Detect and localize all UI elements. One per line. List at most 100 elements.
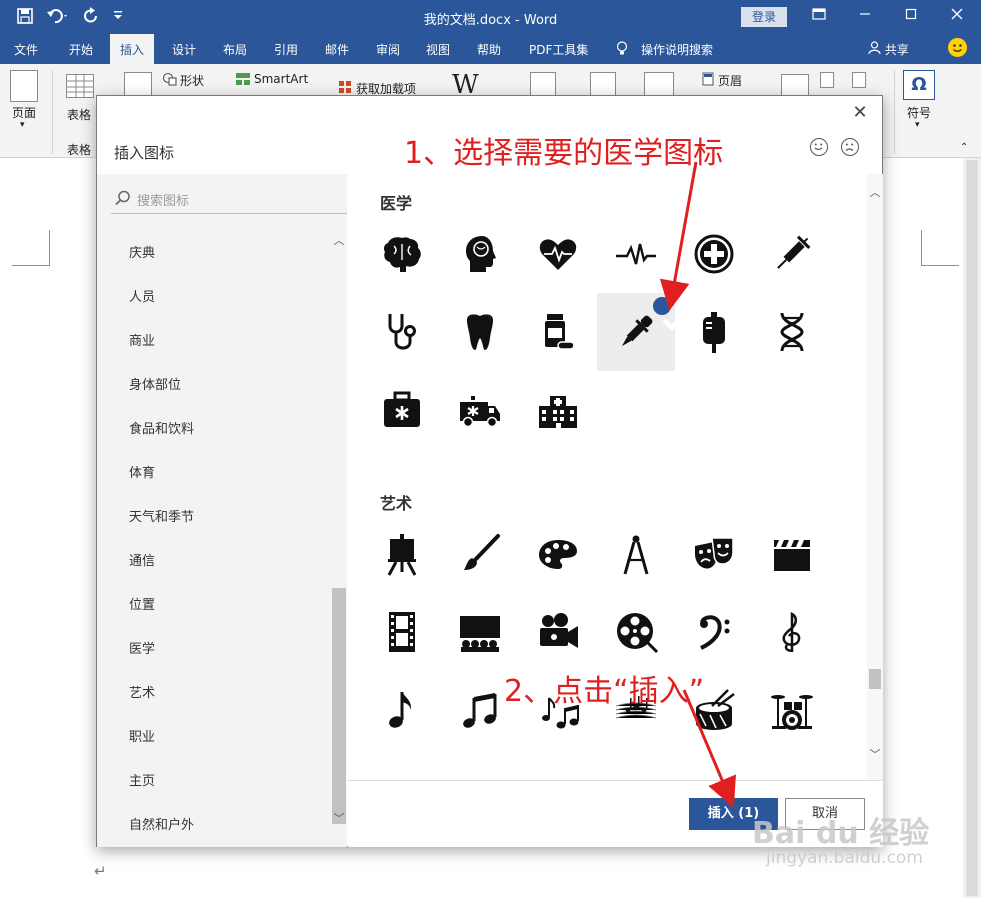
sad-feedback-icon[interactable] xyxy=(841,138,859,156)
happy-feedback-icon[interactable] xyxy=(810,138,828,156)
search-box[interactable]: 搜索图标 xyxy=(111,182,347,214)
table-button[interactable]: 表格 xyxy=(67,106,91,123)
category-home[interactable]: 主页 xyxy=(129,770,155,789)
category-celebration[interactable]: 庆典 xyxy=(129,242,155,261)
pulse-icon[interactable] xyxy=(597,215,675,293)
shapes-button[interactable]: 形状 xyxy=(180,72,204,89)
category-occupations[interactable]: 职业 xyxy=(129,726,155,745)
lightbulb-icon xyxy=(616,41,628,59)
tab-view[interactable]: 视图 xyxy=(426,41,450,58)
category-medical[interactable]: 医学 xyxy=(129,638,155,657)
easel-icon[interactable] xyxy=(363,515,441,593)
brain-icon[interactable] xyxy=(363,215,441,293)
quick-parts-icon[interactable] xyxy=(820,72,834,88)
tell-me-search[interactable]: 操作说明搜索 xyxy=(641,41,713,58)
comment-icon[interactable] xyxy=(644,72,674,96)
paintbrush-icon[interactable] xyxy=(441,515,519,593)
category-sports[interactable]: 体育 xyxy=(129,462,155,481)
smartart-button[interactable]: SmartArt xyxy=(254,72,308,86)
symbol-dropdown-icon[interactable]: ▾ xyxy=(915,120,920,130)
dropper-icon[interactable] xyxy=(597,293,688,371)
insert-icons-dialog: ✕ 插入图标 搜索图标 庆典 人员 商业 身体部位 食品和饮料 体育 天气和季节… xyxy=(96,95,883,847)
login-button[interactable]: 登录 xyxy=(741,7,787,27)
grid-scroll-up-icon[interactable]: ︿ xyxy=(868,186,882,200)
treble-clef-icon[interactable] xyxy=(753,593,831,671)
eighth-note-icon[interactable] xyxy=(363,671,441,749)
header-button[interactable]: 页眉 xyxy=(718,72,742,89)
category-scroll-thumb[interactable] xyxy=(332,588,346,824)
iv-bag-icon[interactable] xyxy=(675,293,753,371)
compass-icon[interactable] xyxy=(597,515,675,593)
close-dialog-icon[interactable]: ✕ xyxy=(849,102,871,123)
stethoscope-icon[interactable] xyxy=(363,293,441,371)
document-scroll-thumb[interactable] xyxy=(966,160,978,896)
category-body-parts[interactable]: 身体部位 xyxy=(129,374,181,393)
signature-line-icon[interactable] xyxy=(852,72,866,88)
syringe-icon[interactable] xyxy=(753,215,831,293)
tooth-icon[interactable] xyxy=(441,293,519,371)
symbol-button[interactable]: 符号 xyxy=(907,104,931,121)
header-icon[interactable] xyxy=(702,72,714,89)
table-icon xyxy=(66,74,94,98)
category-weather-seasons[interactable]: 天气和季节 xyxy=(129,506,194,525)
tab-layout[interactable]: 布局 xyxy=(223,41,247,58)
ambulance-icon[interactable] xyxy=(441,371,519,449)
watermark-logo: Bai du 经验 xyxy=(752,816,930,851)
theater-masks-icon[interactable] xyxy=(675,515,753,593)
grid-scroll-thumb[interactable] xyxy=(869,669,881,689)
film-strip-icon[interactable] xyxy=(363,593,441,671)
tab-file[interactable]: 文件 xyxy=(14,41,38,58)
drum-kit-icon[interactable] xyxy=(753,671,831,749)
clapperboard-icon[interactable] xyxy=(753,515,831,593)
smartart-icon[interactable] xyxy=(235,72,251,89)
page-dropdown-icon[interactable]: ▾ xyxy=(20,120,25,130)
share-button[interactable]: 共享 xyxy=(868,41,909,58)
theater-seats-icon[interactable] xyxy=(441,593,519,671)
category-business[interactable]: 商业 xyxy=(129,330,155,349)
plus-cross-icon[interactable] xyxy=(675,215,753,293)
film-reel-icon[interactable] xyxy=(597,593,675,671)
category-food-drink[interactable]: 食品和饮料 xyxy=(129,418,194,437)
textbox-icon[interactable] xyxy=(781,74,809,96)
scroll-up-icon[interactable]: ︿ xyxy=(332,234,346,248)
tab-home[interactable]: 开始 xyxy=(69,41,93,58)
collapse-ribbon-icon[interactable]: ⌃ xyxy=(960,142,968,153)
category-nature[interactable]: 自然和户外 xyxy=(129,814,194,833)
palette-icon[interactable] xyxy=(519,515,597,593)
grid-scroll-down-icon[interactable]: ﹀ xyxy=(868,748,882,762)
bass-clef-icon[interactable] xyxy=(675,593,753,671)
medical-kit-icon[interactable] xyxy=(363,371,441,449)
ribbon-separator xyxy=(894,70,895,154)
page-button[interactable]: 页面 xyxy=(12,104,36,121)
pill-bottle-icon[interactable] xyxy=(519,293,597,371)
head-brain-icon[interactable] xyxy=(441,215,519,293)
omega-icon[interactable]: Ω xyxy=(903,70,935,100)
tab-design[interactable]: 设计 xyxy=(172,41,196,58)
shapes-icon[interactable] xyxy=(162,72,178,89)
maximize-icon[interactable] xyxy=(898,6,924,28)
category-people[interactable]: 人员 xyxy=(129,286,155,305)
category-communication[interactable]: 通信 xyxy=(129,550,155,569)
paragraph-mark-icon: ↵ xyxy=(94,862,107,880)
page-icon xyxy=(10,70,38,102)
dna-icon[interactable] xyxy=(753,293,831,371)
tab-references[interactable]: 引用 xyxy=(274,41,298,58)
tab-pdf-tools[interactable]: PDF工具集 xyxy=(529,41,588,58)
tab-review[interactable]: 审阅 xyxy=(376,41,400,58)
hospital-icon[interactable] xyxy=(519,371,597,449)
category-scrollbar[interactable]: ︿ ﹀ xyxy=(331,234,347,826)
category-location[interactable]: 位置 xyxy=(129,594,155,613)
heartbeat-icon[interactable] xyxy=(519,215,597,293)
close-window-icon[interactable] xyxy=(944,6,970,28)
icon-grid-scrollbar[interactable]: ︿ ﹀ xyxy=(867,174,883,780)
ribbon-display-icon[interactable] xyxy=(806,6,832,28)
feedback-smiley-icon[interactable] xyxy=(948,38,967,57)
tab-help[interactable]: 帮助 xyxy=(477,41,501,58)
category-arts[interactable]: 艺术 xyxy=(129,682,155,701)
document-scrollbar[interactable] xyxy=(963,158,981,898)
scroll-down-icon[interactable]: ﹀ xyxy=(332,812,346,826)
minimize-icon[interactable] xyxy=(852,6,878,28)
movie-camera-icon[interactable] xyxy=(519,593,597,671)
tab-mailings[interactable]: 邮件 xyxy=(325,41,349,58)
tab-insert[interactable]: 插入 xyxy=(110,34,155,64)
